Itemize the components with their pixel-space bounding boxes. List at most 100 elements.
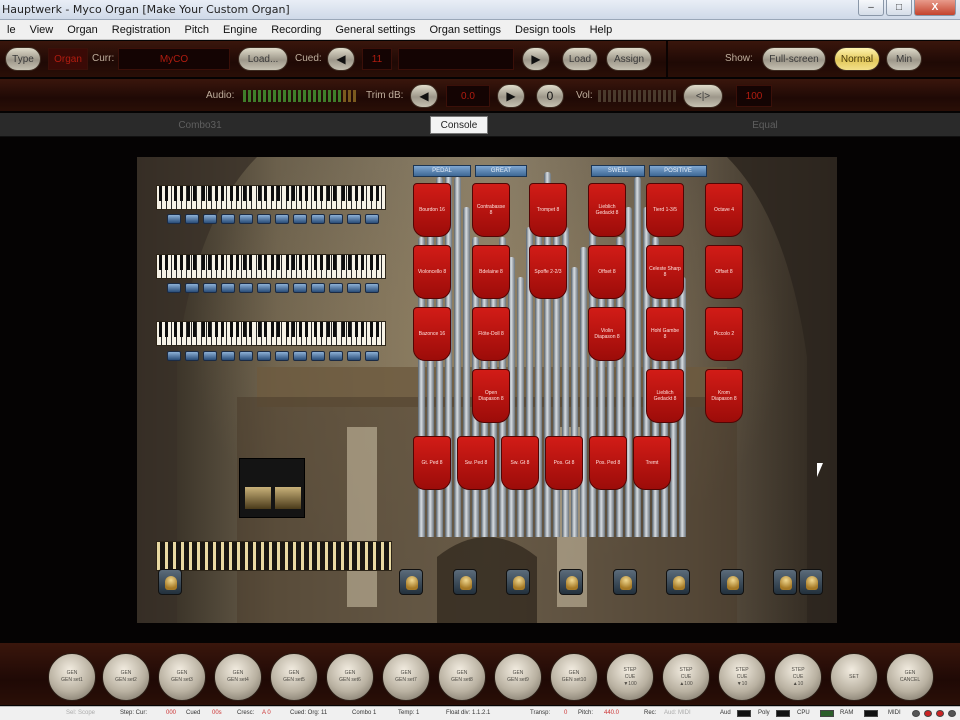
toe-piston[interactable] xyxy=(613,569,637,595)
coupler-tab[interactable]: Pos. Gt 8 xyxy=(545,436,583,490)
midi-in-indicator xyxy=(924,710,932,717)
step-cue-down-100-button[interactable]: STEP CUE ▼100 xyxy=(606,653,654,701)
general-piston[interactable]: GEN GEN set5 xyxy=(270,653,318,701)
stop-tab[interactable]: Offset 8 xyxy=(705,245,743,299)
stop-tab[interactable]: Lieblich Gedackt 8 xyxy=(646,369,684,423)
tremulant-tab[interactable]: Tremt xyxy=(633,436,671,490)
arrow-left-icon: ◀ xyxy=(336,52,346,66)
menu-pitch[interactable]: Pitch xyxy=(178,24,216,36)
general-piston[interactable]: GEN GEN set9 xyxy=(494,653,542,701)
toe-piston[interactable] xyxy=(506,569,530,595)
menu-engine[interactable]: Engine xyxy=(216,24,264,36)
menu-organ[interactable]: Organ xyxy=(60,24,105,36)
trim-value: 0.0 xyxy=(446,85,490,107)
stop-tab[interactable]: Open Diapason 8 xyxy=(472,369,510,423)
toe-piston[interactable] xyxy=(666,569,690,595)
cued-prev-button[interactable]: ◀ xyxy=(327,47,355,71)
general-piston[interactable]: GEN GEN set3 xyxy=(158,653,206,701)
coupler-tab[interactable]: Pos. Ped 8 xyxy=(589,436,627,490)
stop-tab[interactable]: Bourdon 16 xyxy=(413,183,451,237)
menu-view[interactable]: View xyxy=(23,24,61,36)
minimize-button[interactable]: – xyxy=(858,0,884,16)
arrow-right-icon: ▶ xyxy=(506,89,516,103)
menu-general-settings[interactable]: General settings xyxy=(328,24,422,36)
step-cue-up-10-button[interactable]: STEP CUE ▲10 xyxy=(774,653,822,701)
menu-organ-settings[interactable]: Organ settings xyxy=(422,24,508,36)
menu-help[interactable]: Help xyxy=(583,24,620,36)
toe-piston[interactable] xyxy=(158,569,182,595)
coupler-tab[interactable]: Sw. Gt 8 xyxy=(501,436,539,490)
general-cancel-button[interactable]: GEN CANCEL xyxy=(886,653,934,701)
current-organ-value: MyCO xyxy=(118,48,230,70)
tab-console[interactable]: Console xyxy=(430,116,488,134)
toe-piston[interactable] xyxy=(773,569,797,595)
general-piston[interactable]: GEN GEN set6 xyxy=(326,653,374,701)
stop-tab[interactable]: Spoffe 2-2/3 xyxy=(529,245,567,299)
set-button[interactable]: SET xyxy=(830,653,878,701)
load-organ-button[interactable]: Load... xyxy=(238,47,288,71)
stop-tab[interactable]: Offset 8 xyxy=(588,245,626,299)
general-piston[interactable]: GEN GEN set10 xyxy=(550,653,598,701)
toe-piston[interactable] xyxy=(559,569,583,595)
status-scope: Sel: Scope xyxy=(66,710,96,716)
general-piston[interactable]: GEN GEN set8 xyxy=(438,653,486,701)
close-button[interactable]: X xyxy=(914,0,956,16)
tab-equal[interactable]: Equal xyxy=(710,116,820,134)
stop-tab[interactable]: Krom Diapason 8 xyxy=(705,369,743,423)
toe-piston[interactable] xyxy=(453,569,477,595)
stop-tab[interactable]: Violoncello 8 xyxy=(413,245,451,299)
menu-recording[interactable]: Recording xyxy=(264,24,328,36)
stop-tab[interactable]: Octave 4 xyxy=(705,183,743,237)
step-cue-up-100-button[interactable]: STEP CUE ▲100 xyxy=(662,653,710,701)
type-button[interactable]: Type xyxy=(5,47,41,71)
expression-pedals[interactable] xyxy=(239,458,305,518)
stop-tab[interactable]: Tierd 1-3/5 xyxy=(646,183,684,237)
stop-tab[interactable]: Bazonce 16 xyxy=(413,307,451,361)
stop-tab[interactable]: Flöte-Doll 8 xyxy=(472,307,510,361)
general-piston[interactable]: GEN GEN set7 xyxy=(382,653,430,701)
manual-pistons-1[interactable] xyxy=(167,351,403,363)
stop-tab[interactable]: Hohl Gambe 8 xyxy=(646,307,684,361)
toe-piston[interactable] xyxy=(399,569,423,595)
general-piston[interactable]: GEN GEN set1 xyxy=(48,653,96,701)
manual-pistons-2[interactable] xyxy=(167,283,403,295)
stop-tab[interactable]: Violin Diapason 8 xyxy=(588,307,626,361)
ram-indicator xyxy=(864,710,878,717)
stop-tab[interactable]: Trompet 8 xyxy=(529,183,567,237)
trim-decrease-button[interactable]: ◀ xyxy=(410,84,438,108)
toe-piston[interactable] xyxy=(799,569,823,595)
menu-registration[interactable]: Registration xyxy=(105,24,178,36)
stop-tab[interactable]: Piccolo 2 xyxy=(705,307,743,361)
trim-increase-button[interactable]: ▶ xyxy=(497,84,525,108)
general-piston[interactable]: GEN GEN set4 xyxy=(214,653,262,701)
coupler-tab[interactable]: Sw. Ped 8 xyxy=(457,436,495,490)
toe-piston[interactable] xyxy=(720,569,744,595)
pedalboard[interactable] xyxy=(156,541,392,571)
menu-design-tools[interactable]: Design tools xyxy=(508,24,583,36)
normal-view-button[interactable]: Normal xyxy=(834,47,880,71)
balance-button[interactable]: <|> xyxy=(683,84,723,108)
min-view-button[interactable]: Min xyxy=(886,47,922,71)
coupler-tab[interactable]: Gt. Ped 8 xyxy=(413,436,451,490)
fullscreen-button[interactable]: Full-screen xyxy=(762,47,826,71)
menu-file[interactable]: le xyxy=(0,24,23,36)
stop-tab[interactable]: Lieblich Gedackt 8 xyxy=(588,183,626,237)
manual-keyboard-1[interactable] xyxy=(156,321,386,346)
tab-combo[interactable]: Combo31 xyxy=(140,116,260,134)
general-piston[interactable]: GEN GEN set2 xyxy=(102,653,150,701)
step-cue-down-10-button[interactable]: STEP CUE ▼10 xyxy=(718,653,766,701)
load-cued-button[interactable]: Load xyxy=(562,47,598,71)
stop-tab[interactable]: Celeste Sharp 8 xyxy=(646,245,684,299)
maximize-button[interactable]: □ xyxy=(886,0,912,16)
manual-pistons-3[interactable] xyxy=(167,214,403,226)
stop-tab[interactable]: Bdelaine 8 xyxy=(472,245,510,299)
stop-tab[interactable]: Contrabasse 8 xyxy=(472,183,510,237)
curr-label: Curr: xyxy=(92,53,115,64)
cued-next-button[interactable]: ▶ xyxy=(522,47,550,71)
trim-reset-button[interactable]: 0 xyxy=(536,84,564,108)
status-cresc-value: A 0 xyxy=(262,710,271,716)
assign-button[interactable]: Assign xyxy=(606,47,652,71)
manual-keyboard-3[interactable] xyxy=(156,185,386,210)
status-cued-value: 00s xyxy=(212,710,222,716)
manual-keyboard-2[interactable] xyxy=(156,254,386,279)
